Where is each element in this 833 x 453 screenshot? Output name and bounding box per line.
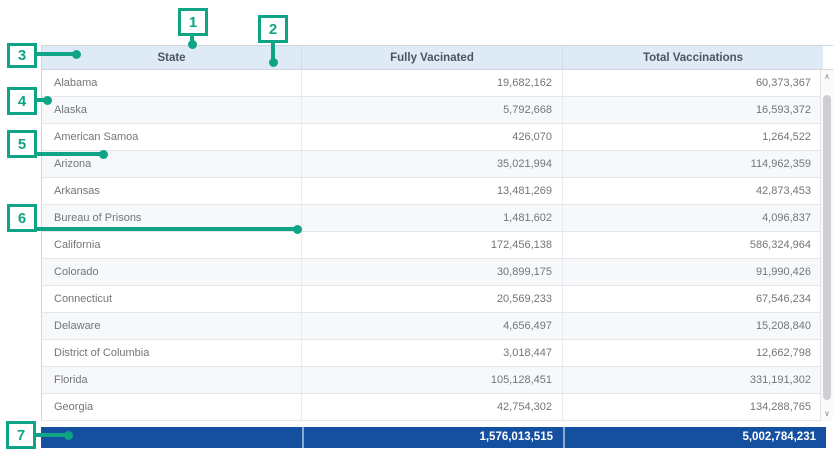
state-cell: Connecticut bbox=[42, 286, 302, 312]
state-cell: Alaska bbox=[42, 97, 302, 123]
table-row[interactable]: District of Columbia 3,018,447 12,662,79… bbox=[42, 340, 833, 367]
fully-vaccinated-cell: 13,481,269 bbox=[302, 178, 563, 204]
table-row[interactable]: Colorado 30,899,175 91,990,426 bbox=[42, 259, 833, 286]
state-cell: Colorado bbox=[42, 259, 302, 285]
table-header-row: State Fully Vacinated Total Vaccinations bbox=[41, 45, 833, 70]
state-cell: California bbox=[42, 232, 302, 258]
column-header-total-vaccinations[interactable]: Total Vaccinations bbox=[563, 46, 823, 69]
scroll-down-button[interactable]: ∨ bbox=[821, 407, 833, 421]
table-row[interactable]: Connecticut 20,569,233 67,546,234 bbox=[42, 286, 833, 313]
annotation-4-dot bbox=[43, 96, 52, 105]
table-row[interactable]: Georgia 42,754,302 134,288,765 bbox=[42, 394, 833, 421]
state-cell: Arkansas bbox=[42, 178, 302, 204]
total-vaccinations-cell: 12,662,798 bbox=[563, 340, 821, 366]
annotation-3-connector bbox=[34, 52, 77, 56]
fully-vaccinated-cell: 5,792,668 bbox=[302, 97, 563, 123]
fully-vaccinated-cell: 19,682,162 bbox=[302, 70, 563, 96]
fully-vaccinated-cell: 42,754,302 bbox=[302, 394, 563, 420]
table-row[interactable]: Alabama 19,682,162 60,373,367 bbox=[42, 70, 833, 97]
totals-fully-vaccinated: 1,576,013,515 bbox=[302, 427, 563, 448]
table-row[interactable]: Arkansas 13,481,269 42,873,453 bbox=[42, 178, 833, 205]
scroll-up-button[interactable]: ∧ bbox=[821, 70, 833, 84]
annotation-4-badge: 4 bbox=[7, 87, 37, 115]
state-cell: District of Columbia bbox=[42, 340, 302, 366]
fully-vaccinated-cell: 20,569,233 bbox=[302, 286, 563, 312]
state-cell: Georgia bbox=[42, 394, 302, 420]
total-vaccinations-cell: 331,191,302 bbox=[563, 367, 821, 393]
header-corner bbox=[823, 46, 833, 69]
table-row[interactable]: Alaska 5,792,668 16,593,372 bbox=[42, 97, 833, 124]
total-vaccinations-cell: 16,593,372 bbox=[563, 97, 821, 123]
fully-vaccinated-cell: 172,456,138 bbox=[302, 232, 563, 258]
annotation-1-badge: 1 bbox=[178, 8, 208, 36]
state-cell: Alabama bbox=[42, 70, 302, 96]
chevron-up-icon: ∧ bbox=[824, 73, 830, 81]
table-body: Alabama 19,682,162 60,373,367 Alaska 5,7… bbox=[41, 70, 833, 421]
total-vaccinations-cell: 15,208,840 bbox=[563, 313, 821, 339]
annotation-3-badge: 3 bbox=[7, 43, 37, 68]
annotation-3-dot bbox=[72, 50, 81, 59]
annotation-6-dot bbox=[293, 225, 302, 234]
total-vaccinations-cell: 114,962,359 bbox=[563, 151, 821, 177]
state-cell: American Samoa bbox=[42, 124, 302, 150]
annotation-5-dot bbox=[99, 150, 108, 159]
total-vaccinations-cell: 60,373,367 bbox=[563, 70, 821, 96]
annotation-7-badge: 7 bbox=[6, 421, 36, 449]
fully-vaccinated-cell: 35,021,994 bbox=[302, 151, 563, 177]
vaccinations-table: State Fully Vacinated Total Vaccinations… bbox=[41, 45, 833, 421]
total-vaccinations-cell: 1,264,522 bbox=[563, 124, 821, 150]
state-cell: Florida bbox=[42, 367, 302, 393]
totals-row: 1,576,013,515 5,002,784,231 bbox=[41, 427, 826, 448]
fully-vaccinated-cell: 1,481,602 bbox=[302, 205, 563, 231]
annotation-1-dot bbox=[188, 40, 197, 49]
annotation-6-connector bbox=[34, 227, 297, 231]
fully-vaccinated-cell: 4,656,497 bbox=[302, 313, 563, 339]
totals-state-cell bbox=[41, 427, 302, 448]
table-row[interactable]: Delaware 4,656,497 15,208,840 bbox=[42, 313, 833, 340]
table-rows: Alabama 19,682,162 60,373,367 Alaska 5,7… bbox=[42, 70, 833, 421]
fully-vaccinated-cell: 105,128,451 bbox=[302, 367, 563, 393]
state-cell: Delaware bbox=[42, 313, 302, 339]
total-vaccinations-cell: 91,990,426 bbox=[563, 259, 821, 285]
annotation-7-dot bbox=[64, 431, 73, 440]
table-row[interactable]: American Samoa 426,070 1,264,522 bbox=[42, 124, 833, 151]
annotation-2-dot bbox=[269, 58, 278, 67]
scrollbar-thumb[interactable] bbox=[823, 95, 831, 400]
fully-vaccinated-cell: 426,070 bbox=[302, 124, 563, 150]
table-row[interactable]: Florida 105,128,451 331,191,302 bbox=[42, 367, 833, 394]
annotation-7-connector bbox=[34, 433, 67, 437]
table-row[interactable]: California 172,456,138 586,324,964 bbox=[42, 232, 833, 259]
totals-total-vaccinations: 5,002,784,231 bbox=[563, 427, 826, 448]
fully-vaccinated-cell: 30,899,175 bbox=[302, 259, 563, 285]
table-row[interactable]: Arizona 35,021,994 114,962,359 bbox=[42, 151, 833, 178]
total-vaccinations-cell: 42,873,453 bbox=[563, 178, 821, 204]
annotation-5-connector bbox=[32, 152, 103, 156]
total-vaccinations-cell: 586,324,964 bbox=[563, 232, 821, 258]
fully-vaccinated-cell: 3,018,447 bbox=[302, 340, 563, 366]
chevron-down-icon: ∨ bbox=[824, 410, 830, 418]
annotation-6-badge: 6 bbox=[7, 204, 37, 232]
total-vaccinations-cell: 134,288,765 bbox=[563, 394, 821, 420]
annotation-5-badge: 5 bbox=[7, 130, 37, 158]
vertical-scrollbar[interactable]: ∧ ∨ bbox=[820, 70, 833, 421]
annotation-2-badge: 2 bbox=[258, 15, 288, 43]
column-header-state[interactable]: State bbox=[42, 46, 302, 69]
total-vaccinations-cell: 4,096,837 bbox=[563, 205, 821, 231]
column-header-fully-vaccinated[interactable]: Fully Vacinated bbox=[302, 46, 563, 69]
total-vaccinations-cell: 67,546,234 bbox=[563, 286, 821, 312]
